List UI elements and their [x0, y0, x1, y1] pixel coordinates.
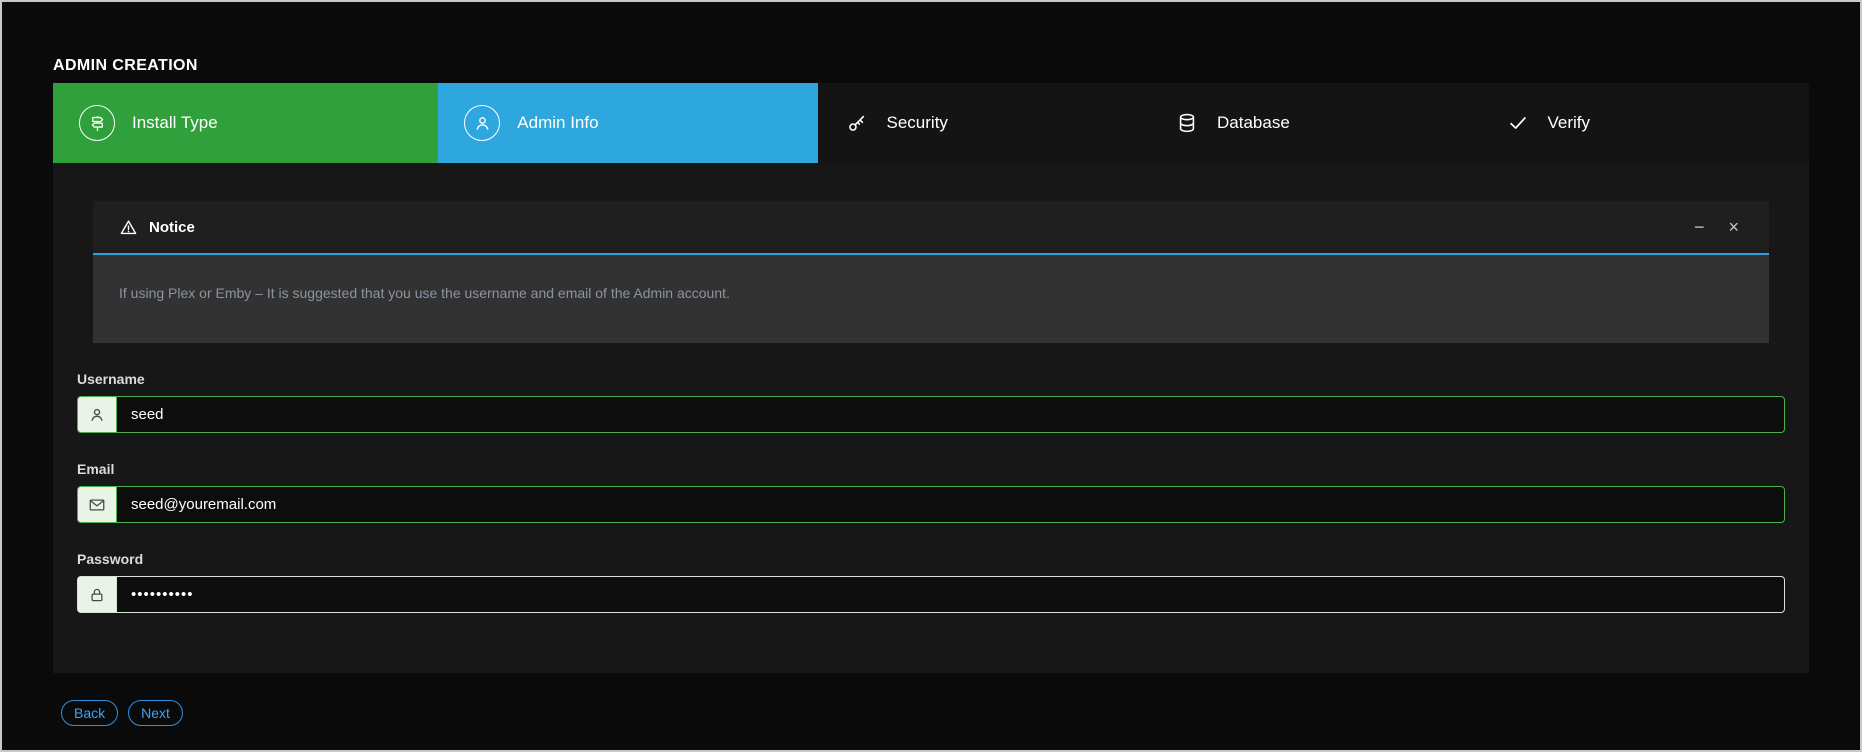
wizard-panel: Notice − × If using Plex or Emby – It is… [53, 163, 1809, 673]
wizard-tabs: Install Type Admin Info [53, 83, 1809, 163]
notice-box: Notice − × If using Plex or Emby – It is… [93, 201, 1769, 343]
form-actions: Back Next [53, 700, 1809, 726]
notice-text: If using Plex or Emby – It is suggested … [119, 285, 1743, 301]
lock-icon [77, 576, 117, 613]
admin-creation-page: ADMIN CREATION Install Type [0, 0, 1862, 752]
notice-body: If using Plex or Emby – It is suggested … [93, 255, 1769, 343]
username-label: Username [77, 371, 1785, 387]
tab-security[interactable]: Security [818, 83, 1149, 163]
minimize-button[interactable]: − [1690, 216, 1709, 238]
tab-database-label: Database [1217, 113, 1290, 133]
email-label: Email [77, 461, 1785, 477]
notice-header: Notice − × [93, 201, 1769, 255]
email-field-group: Email [77, 461, 1785, 523]
tab-install-type-label: Install Type [132, 113, 218, 133]
back-button[interactable]: Back [61, 700, 118, 726]
tab-database[interactable]: Database [1148, 83, 1479, 163]
user-circle-icon [464, 105, 500, 141]
tab-verify[interactable]: Verify [1479, 83, 1810, 163]
username-field-group: Username [77, 371, 1785, 433]
next-button[interactable]: Next [128, 700, 183, 726]
email-input[interactable] [117, 486, 1785, 523]
username-input[interactable] [117, 396, 1785, 433]
password-input[interactable] [117, 576, 1785, 613]
tab-install-type[interactable]: Install Type [53, 83, 438, 163]
user-icon [77, 396, 117, 433]
password-label: Password [77, 551, 1785, 567]
envelope-icon [77, 486, 117, 523]
key-icon [844, 112, 870, 134]
tab-verify-label: Verify [1548, 113, 1591, 133]
notice-title: Notice [149, 219, 195, 236]
tab-security-label: Security [887, 113, 948, 133]
check-icon [1505, 112, 1531, 134]
signpost-icon [79, 105, 115, 141]
page-title: ADMIN CREATION [53, 57, 1809, 75]
password-field-group: Password [77, 551, 1785, 613]
database-icon [1174, 112, 1200, 134]
close-button[interactable]: × [1724, 216, 1743, 238]
warning-icon [119, 218, 138, 237]
tab-admin-info-label: Admin Info [517, 113, 598, 133]
tab-admin-info[interactable]: Admin Info [438, 83, 817, 163]
